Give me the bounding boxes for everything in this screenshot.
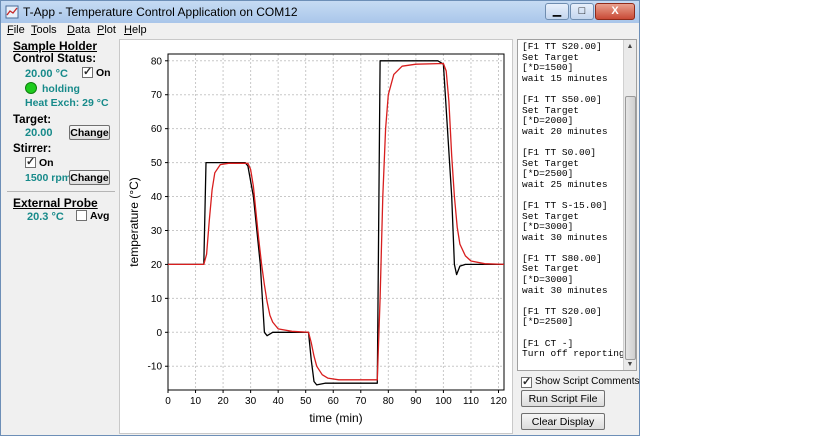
x-tick-label: 30 xyxy=(245,396,257,407)
y-tick-label: 30 xyxy=(151,226,163,237)
x-tick-label: 90 xyxy=(410,396,422,407)
sample-holder-title: Sample Holder xyxy=(13,39,98,53)
script-text: [F1 TT S20.00] Set Target [*D=1500] wait 15… xyxy=(522,41,625,360)
avg-label: Avg xyxy=(90,210,110,222)
x-tick-label: 80 xyxy=(383,396,395,407)
plot-frame xyxy=(167,53,505,391)
menu-bar: File Tools Data Plot Help xyxy=(1,23,639,39)
target-label: Target: xyxy=(13,114,52,126)
y-tick-label: 0 xyxy=(156,328,162,339)
stirrer-rpm: 1500 rpm xyxy=(25,172,72,184)
menu-plot[interactable]: Plot xyxy=(97,24,116,36)
control-on-checkbox[interactable] xyxy=(82,65,93,78)
app-icon xyxy=(5,5,19,19)
scroll-thumb[interactable] xyxy=(625,96,636,360)
probe-temperature: 20.3 °C xyxy=(27,211,64,223)
x-tick-label: 70 xyxy=(355,396,367,407)
x-tick-label: 20 xyxy=(218,396,230,407)
minimize-button[interactable]: ▁ xyxy=(545,3,569,20)
external-probe-title: External Probe xyxy=(13,196,98,210)
y-axis-label: temperature (°C) xyxy=(127,177,141,267)
avg-checkbox[interactable] xyxy=(76,210,87,221)
script-line: [F1 TT S50.00] xyxy=(522,93,602,105)
temperature-chart: 0 10 20 30 40 50 60 70 80 90 100 110 120 -10 0 10 20 30 40… xyxy=(127,53,507,425)
x-tick-label: 50 xyxy=(300,396,312,407)
scroll-down-icon[interactable]: ▼ xyxy=(624,358,636,370)
script-line: wait 15 minutes xyxy=(522,72,608,84)
x-tick-label: 120 xyxy=(490,396,507,407)
x-tick-label: 110 xyxy=(463,396,479,407)
script-line: wait 30 minutes xyxy=(522,284,608,296)
stirrer-on-label: On xyxy=(39,157,54,169)
script-line: [F1 TT S20.00] xyxy=(522,41,602,52)
y-tick-label: 60 xyxy=(151,124,163,135)
menu-file[interactable]: File xyxy=(7,24,25,36)
script-line: [F1 TT S0.00] xyxy=(522,146,597,158)
script-line: wait 30 minutes xyxy=(522,231,608,243)
scroll-up-icon[interactable]: ▲ xyxy=(624,40,636,52)
stirrer-change-button[interactable]: Change xyxy=(69,170,110,185)
x-tick-label: 100 xyxy=(435,396,452,407)
script-line: [*D=2500] xyxy=(522,316,574,328)
status-indicator-icon xyxy=(25,82,37,94)
y-tick-label: -10 xyxy=(148,362,163,373)
panel-divider xyxy=(7,191,115,192)
script-scrollbar[interactable]: ▲ ▼ xyxy=(623,40,636,370)
holder-temperature: 20.00 °C xyxy=(25,68,68,80)
x-tick-label: 0 xyxy=(165,396,171,407)
show-comments-checkbox[interactable] xyxy=(521,375,532,388)
x-tick-label: 10 xyxy=(190,396,202,407)
script-line: Turn off reporting xyxy=(522,348,625,360)
control-on-label: On xyxy=(96,67,111,79)
menu-data[interactable]: Data xyxy=(67,24,90,36)
y-tick-label: 10 xyxy=(151,294,163,305)
y-tick-label: 70 xyxy=(151,90,163,101)
script-panel: [F1 TT S20.00] Set Target [*D=1500] wait 15… xyxy=(515,39,639,434)
show-comments-label: Show Script Comments xyxy=(535,376,640,387)
y-tick-label: 50 xyxy=(151,158,163,169)
control-status-label: Control Status: xyxy=(13,53,97,65)
script-line: wait 25 minutes xyxy=(522,178,608,190)
x-axis-label: time (min) xyxy=(309,411,362,425)
app-window: T-App - Temperature Control Application … xyxy=(0,0,640,436)
heat-exchanger-temp: Heat Exch: 29 °C xyxy=(25,97,109,109)
y-tick-label: 80 xyxy=(151,56,163,67)
temperature-plot: 0 10 20 30 40 50 60 70 80 90 100 110 120 -10 0 10 20 30 40… xyxy=(119,39,513,434)
control-state: holding xyxy=(42,83,80,95)
x-tick-label: 60 xyxy=(328,396,340,407)
script-display[interactable]: [F1 TT S20.00] Set Target [*D=1500] wait 15… xyxy=(517,39,637,371)
menu-tools[interactable]: Tools xyxy=(31,24,57,36)
run-script-button[interactable]: Run Script File xyxy=(521,390,605,407)
window-title: T-App - Temperature Control Application … xyxy=(23,5,298,19)
measured-temperature-line xyxy=(168,60,504,386)
menu-help[interactable]: Help xyxy=(124,24,147,36)
control-panel: Sample Holder Control Status: 20.00 °C O… xyxy=(5,39,117,434)
script-line: wait 20 minutes xyxy=(522,125,608,137)
target-value: 20.00 xyxy=(25,127,53,139)
script-line: [F1 TT S-15.00] xyxy=(522,199,608,211)
stirrer-label: Stirrer: xyxy=(13,143,52,155)
clear-display-button[interactable]: Clear Display xyxy=(521,413,605,430)
title-bar[interactable]: T-App - Temperature Control Application … xyxy=(1,1,639,24)
target-change-button[interactable]: Change xyxy=(69,125,110,140)
x-tick-label: 40 xyxy=(273,396,285,407)
stirrer-on-checkbox[interactable] xyxy=(25,155,36,168)
close-button[interactable]: X xyxy=(595,3,635,20)
y-tick-label: 20 xyxy=(151,260,163,271)
maximize-button[interactable]: □ xyxy=(570,3,594,20)
y-tick-label: 40 xyxy=(151,192,163,203)
